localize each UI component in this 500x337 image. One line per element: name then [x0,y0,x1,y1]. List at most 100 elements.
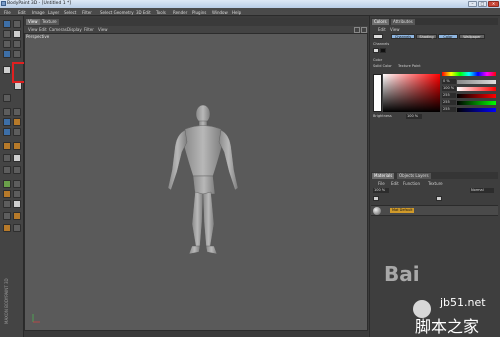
vp-menu-filter[interactable]: Filter [84,27,94,32]
layer-name[interactable]: Mat Default [390,208,415,213]
layers-menu-edit[interactable]: Edit [391,181,399,186]
minimize-button[interactable]: – [468,1,477,7]
pencil-icon[interactable] [3,128,11,136]
scale-icon[interactable] [3,40,11,48]
layers-menu-function[interactable]: Function [403,181,420,186]
undo-icon[interactable] [3,20,11,28]
burn-icon[interactable] [13,142,21,150]
slider-2[interactable] [457,87,496,91]
object-icon[interactable] [3,180,11,188]
tab-view[interactable]: View [26,19,40,25]
uv-polygons-icon[interactable] [13,200,21,208]
vp-menu-cameras[interactable]: Cameras [49,27,67,32]
snap-icon[interactable] [13,224,21,232]
render-icon[interactable] [3,212,11,220]
color-picker-square[interactable] [383,74,440,112]
airbrush-icon[interactable] [13,128,21,136]
layer-icon-1[interactable] [373,196,379,201]
maximize-button[interactable]: □ [478,1,487,7]
close-button[interactable]: ✕ [488,1,499,7]
tab-attributes[interactable]: Attributes [391,19,415,25]
color-menu-edit[interactable]: Edit [378,27,386,32]
hue-bar[interactable] [442,72,496,76]
vp-menu-view[interactable]: View [28,27,38,32]
fg-color-icon[interactable] [373,34,383,39]
channel-swatch-1[interactable] [373,48,379,53]
eraser-icon[interactable] [3,94,11,102]
render-settings-icon[interactable] [13,212,21,220]
vp-menu-display[interactable]: Display [67,27,82,32]
smudge-icon[interactable] [13,108,21,116]
menu-plugins[interactable]: Plugins [192,10,206,15]
layer-mode-select[interactable]: Normal [470,188,494,193]
3d-viewport[interactable] [24,33,368,331]
projection-icon[interactable] [13,50,21,58]
paint-setup-icon[interactable] [3,50,11,58]
uv-points-icon[interactable] [3,200,11,208]
layers-menu-file[interactable]: File [378,181,385,186]
menu-edit[interactable]: Edit [18,10,26,15]
channel-swatch-2[interactable] [380,48,386,53]
color-label: Color [373,58,383,62]
fill-icon[interactable] [3,118,11,126]
menu-render[interactable]: Render [173,10,187,15]
color-button[interactable]: Color [438,34,458,39]
colors-tabs: Colors Attributes [371,18,498,25]
points-icon[interactable] [13,180,21,188]
move-icon[interactable] [13,30,21,38]
menu-filter[interactable]: Filter [82,10,92,15]
brightness-value[interactable]: 100 % [406,114,422,119]
menu-tools[interactable]: Tools [156,10,166,15]
slider-blue[interactable] [457,108,496,112]
wallpaper-button[interactable]: Wallpaper [459,34,485,39]
menu-layer[interactable]: Layer [48,10,59,15]
axis-indicator [32,314,40,323]
edges-icon[interactable] [3,190,11,198]
slider-value-3[interactable]: 255 [442,93,456,98]
polygons-icon[interactable] [13,190,21,198]
menu-select[interactable]: Select [64,10,76,15]
tab-objects-layers[interactable]: Objects Layers [397,173,431,179]
brush-icon[interactable] [3,66,11,74]
vp-menu-edit[interactable]: Edit [39,27,47,32]
menu-image[interactable]: Image [32,10,45,15]
layer-icon-2[interactable] [436,196,442,201]
channels-button[interactable]: Channels [391,34,415,39]
slider-value-2[interactable]: 100 % [442,86,456,91]
brand-label: MAXON BODYPAINT 3D [4,278,9,324]
shading-button[interactable]: Shading [416,34,437,39]
slider-red[interactable] [457,94,496,98]
selected-tool-icon[interactable] [14,82,22,90]
slider-value-5[interactable]: 255 [442,107,456,112]
clone-icon[interactable] [3,108,11,116]
menu-3d-edit[interactable]: 3D Edit [136,10,151,15]
rotate-icon[interactable] [13,40,21,48]
slider-value-1[interactable]: 0 % [442,79,456,84]
menu-window[interactable]: Window [212,10,228,15]
hand-icon[interactable] [13,166,21,174]
menu-file[interactable]: File [4,10,11,15]
lock-icon[interactable] [3,224,11,232]
eyedropper-icon[interactable] [3,154,11,162]
dodge-icon[interactable] [3,142,11,150]
gradient-icon[interactable] [13,118,21,126]
mode-solid-color[interactable]: Solid Color [373,64,392,68]
text-icon[interactable] [3,166,11,174]
tab-texture[interactable]: Texture [40,19,59,25]
tab-colors[interactable]: Colors [372,19,389,25]
slider-value-4[interactable]: 255 [442,100,456,105]
slider-1[interactable] [457,80,496,84]
current-color-swatch[interactable] [373,74,382,112]
slider-green[interactable] [457,101,496,105]
mode-texture-paint[interactable]: Texture Paint [398,64,421,68]
color-swap-icon[interactable] [13,154,21,162]
layers-menu-texture[interactable]: Texture [428,181,443,186]
live-select-icon[interactable] [3,30,11,38]
tab-materials[interactable]: Materials [372,173,395,179]
menu-select-geometry[interactable]: Select Geometry [100,10,134,15]
menu-help[interactable]: Help [232,10,241,15]
layer-opacity-field[interactable]: 100 % [373,188,389,193]
vp-menu-view2[interactable]: View [98,27,108,32]
color-menu-view[interactable]: View [390,27,400,32]
redo-icon[interactable] [13,20,21,28]
